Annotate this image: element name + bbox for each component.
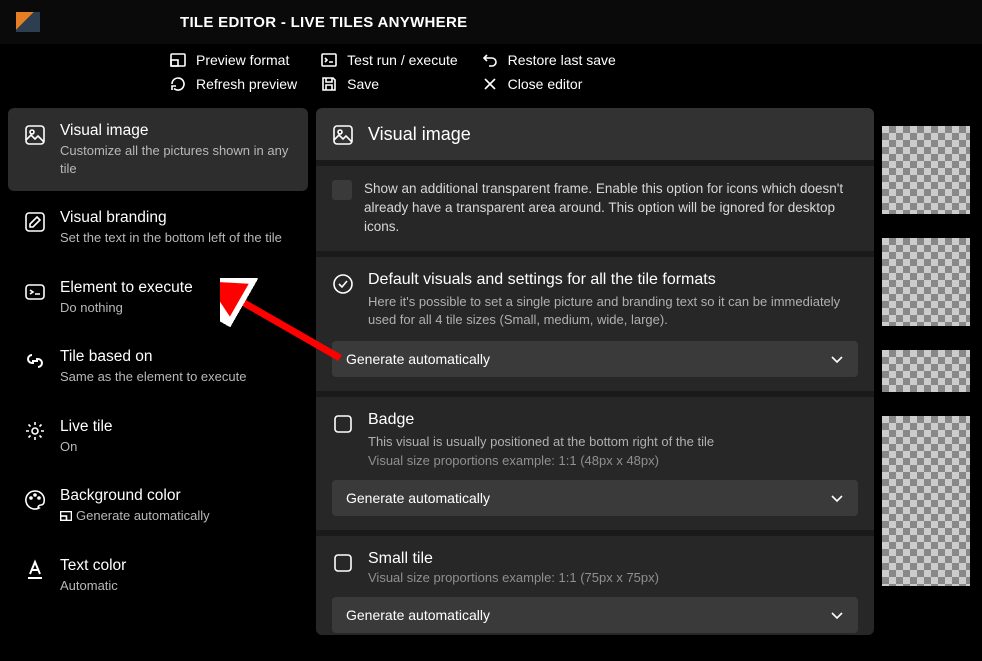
sidebar-item-label: Visual branding — [60, 209, 292, 227]
dropdown-value: Generate automatically — [346, 607, 490, 623]
sidebar-item-sub: Set the text in the bottom left of the t… — [60, 229, 292, 247]
title-bar: TILE EDITOR - LIVE TILES ANYWHERE — [0, 0, 982, 44]
toolbar: Preview format Refresh preview Test run … — [0, 44, 982, 100]
badge-dropdown[interactable]: Generate automatically — [332, 480, 858, 516]
app-icon — [16, 12, 40, 32]
execute-icon — [24, 281, 46, 303]
refresh-preview-button[interactable]: Refresh preview — [170, 76, 297, 92]
panel-header: Visual image — [316, 108, 874, 160]
sidebar-item-tile-based-on[interactable]: Tile based on Same as the element to exec… — [8, 334, 308, 400]
preview-format-icon — [170, 52, 186, 68]
terminal-icon — [321, 52, 337, 68]
image-icon — [24, 124, 46, 146]
sidebar-item-visual-image[interactable]: Visual image Customize all the pictures s… — [8, 108, 308, 191]
palette-icon — [24, 489, 46, 511]
section-title: Badge — [368, 411, 714, 429]
refresh-icon — [170, 76, 186, 92]
transparent-frame-label: Show an additional transparent frame. En… — [364, 180, 858, 237]
section-hint: Visual size proportions example: 1:1 (75… — [368, 570, 659, 585]
preview-tile — [882, 238, 970, 326]
sidebar-item-sub: On — [60, 438, 292, 456]
test-run-label: Test run / execute — [347, 52, 458, 68]
main-panel: Visual image Show an additional transpar… — [316, 108, 874, 635]
link-icon — [24, 350, 46, 372]
close-icon — [482, 76, 498, 92]
preview-format-label: Preview format — [196, 52, 289, 68]
edit-icon — [24, 211, 46, 233]
sidebar-item-sub: Same as the element to execute — [60, 368, 292, 386]
sidebar-item-background-color[interactable]: Background color Generate automatically — [8, 473, 308, 539]
sidebar-item-visual-branding[interactable]: Visual branding Set the text in the botto… — [8, 195, 308, 261]
sidebar: Visual image Customize all the pictures s… — [8, 108, 308, 635]
tile-icon — [332, 413, 354, 435]
refresh-preview-label: Refresh preview — [196, 76, 297, 92]
section-desc: Here it's possible to set a single pictu… — [368, 293, 858, 329]
transparent-frame-checkbox[interactable] — [332, 180, 352, 200]
sidebar-item-label: Background color — [60, 487, 292, 505]
section-desc: This visual is usually positioned at the… — [368, 433, 714, 451]
panel-title: Visual image — [368, 124, 471, 145]
sidebar-item-sub: Customize all the pictures shown in any … — [60, 142, 292, 177]
chevron-down-icon — [830, 352, 844, 366]
chevron-down-icon — [830, 608, 844, 622]
undo-icon — [482, 52, 498, 68]
sidebar-item-live-tile[interactable]: Live tile On — [8, 404, 308, 470]
close-editor-button[interactable]: Close editor — [482, 76, 616, 92]
section-title: Default visuals and settings for all the… — [368, 271, 858, 289]
window-title: TILE EDITOR - LIVE TILES ANYWHERE — [180, 14, 467, 31]
default-dropdown[interactable]: Generate automatically — [332, 341, 858, 377]
preview-column — [882, 108, 970, 635]
default-visuals-section: Default visuals and settings for all the… — [316, 257, 874, 391]
preview-tile — [882, 416, 970, 586]
tile-icon — [332, 552, 354, 574]
sidebar-item-label: Text color — [60, 557, 292, 575]
preview-format-button[interactable]: Preview format — [170, 52, 297, 68]
check-circle-icon — [332, 273, 354, 295]
test-run-button[interactable]: Test run / execute — [321, 52, 458, 68]
dropdown-value: Generate automatically — [346, 490, 490, 506]
save-icon — [321, 76, 337, 92]
restore-button[interactable]: Restore last save — [482, 52, 616, 68]
image-icon — [332, 124, 354, 146]
section-hint: Visual size proportions example: 1:1 (48… — [368, 453, 714, 468]
text-color-icon — [24, 559, 46, 581]
section-title: Small tile — [368, 550, 659, 568]
small-tile-section: Small tile Visual size proportions examp… — [316, 536, 874, 635]
close-editor-label: Close editor — [508, 76, 583, 92]
sidebar-item-label: Tile based on — [60, 348, 292, 366]
save-button[interactable]: Save — [321, 76, 458, 92]
frame-option-section: Show an additional transparent frame. En… — [316, 166, 874, 251]
save-label: Save — [347, 76, 379, 92]
sidebar-item-sub: Automatic — [60, 577, 292, 595]
preview-tile — [882, 126, 970, 214]
restore-label: Restore last save — [508, 52, 616, 68]
sidebar-item-sub: Generate automatically — [60, 507, 292, 525]
sidebar-item-label: Element to execute — [60, 279, 292, 297]
dropdown-value: Generate automatically — [346, 351, 490, 367]
brightness-icon — [24, 420, 46, 442]
small-dropdown[interactable]: Generate automatically — [332, 597, 858, 633]
sidebar-item-label: Visual image — [60, 122, 292, 140]
sidebar-item-sub: Do nothing — [60, 299, 292, 317]
preview-tile — [882, 350, 970, 392]
sidebar-item-element-execute[interactable]: Element to execute Do nothing — [8, 265, 308, 331]
chevron-down-icon — [830, 491, 844, 505]
badge-section: Badge This visual is usually positioned … — [316, 397, 874, 530]
sidebar-item-text-color[interactable]: Text color Automatic — [8, 543, 308, 609]
sidebar-item-label: Live tile — [60, 418, 292, 436]
